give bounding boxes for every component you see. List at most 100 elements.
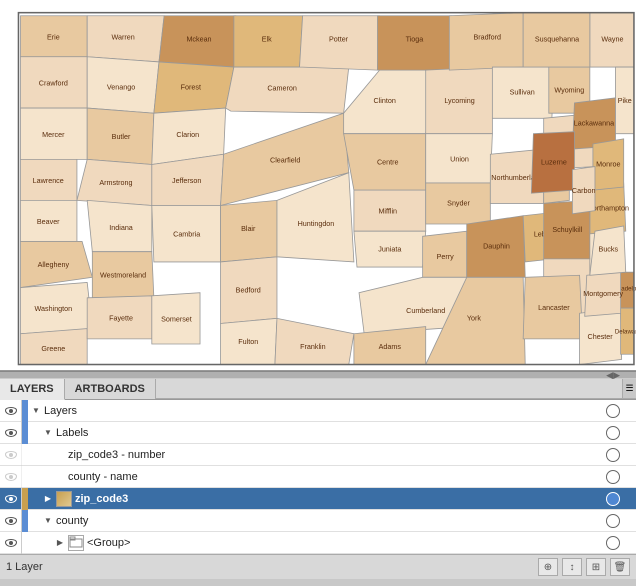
svg-text:Monroe: Monroe — [596, 161, 620, 169]
layer-name-county-name: county - name — [68, 471, 602, 483]
visibility-toggle-layers[interactable] — [0, 400, 22, 422]
layers-list: ▼ Layers ▼ Labels zip_code — [0, 400, 636, 554]
svg-text:Lycoming: Lycoming — [444, 97, 474, 105]
svg-text:Clinton: Clinton — [374, 97, 396, 105]
panel-footer: 1 Layer ⊕ ↕ ⊞ 🗑 — [0, 554, 636, 579]
layer-row-county[interactable]: ▼ county — [0, 510, 636, 532]
svg-text:Clarion: Clarion — [176, 131, 199, 139]
color-indicator — [22, 488, 28, 510]
svg-text:Washington: Washington — [35, 305, 73, 313]
svg-text:Potter: Potter — [329, 35, 349, 43]
svg-text:Beaver: Beaver — [37, 218, 60, 226]
layer-target-layers[interactable] — [606, 404, 620, 418]
svg-text:Somerset: Somerset — [161, 315, 192, 323]
svg-text:Armstrong: Armstrong — [99, 179, 132, 187]
svg-text:Crawford: Crawford — [39, 79, 68, 87]
svg-text:Cumberland: Cumberland — [406, 307, 445, 315]
svg-text:Schuylkill: Schuylkill — [552, 226, 582, 234]
svg-text:Lackawanna: Lackawanna — [574, 120, 614, 128]
color-indicator — [22, 532, 28, 554]
layer-name-zip-number: zip_code3 - number — [68, 449, 602, 461]
svg-text:Sullivan: Sullivan — [510, 89, 535, 97]
svg-text:Greene: Greene — [41, 345, 65, 353]
svg-text:Union: Union — [450, 155, 469, 163]
layer-count-label: 1 Layer — [6, 561, 43, 573]
visibility-toggle-zip-code3[interactable] — [0, 488, 22, 510]
expand-arrow-group[interactable]: ▶ — [52, 532, 68, 554]
svg-text:Montgomery: Montgomery — [583, 290, 623, 298]
expand-arrow-zip-code3[interactable]: ▶ — [40, 488, 56, 510]
svg-text:Pike: Pike — [618, 97, 632, 105]
color-indicator — [22, 444, 28, 466]
tab-artboards[interactable]: ARTBOARDS — [65, 379, 156, 399]
svg-text:Bucks: Bucks — [599, 246, 619, 254]
layer-name-layers: Layers — [44, 405, 602, 417]
expand-arrow-labels[interactable]: ▼ — [40, 422, 56, 444]
svg-text:Chester: Chester — [588, 333, 614, 341]
svg-text:Fayette: Fayette — [109, 314, 133, 322]
svg-text:Dauphin: Dauphin — [483, 243, 510, 251]
svg-text:Butler: Butler — [112, 133, 131, 141]
svg-text:Lawrence: Lawrence — [33, 177, 64, 185]
layer-row-county-name[interactable]: county - name — [0, 466, 636, 488]
svg-text:Cambria: Cambria — [173, 230, 200, 238]
svg-text:Mifflin: Mifflin — [378, 208, 397, 216]
tab-layers[interactable]: LAYERS — [0, 379, 65, 400]
svg-text:Allegheny: Allegheny — [38, 261, 70, 269]
svg-text:Adams: Adams — [379, 343, 402, 351]
svg-text:Snyder: Snyder — [447, 200, 470, 208]
layer-thumbnail-group — [68, 535, 84, 551]
svg-text:Jefferson: Jefferson — [172, 177, 201, 185]
layer-target-group[interactable] — [606, 536, 620, 550]
layer-name-group: <Group> — [87, 537, 602, 549]
panel-options-btn[interactable]: ☰ — [622, 379, 636, 399]
layers-panel: ◀▶ LAYERS ARTBOARDS ☰ ▼ Layers — [0, 370, 636, 579]
visibility-toggle-zip-number[interactable] — [0, 444, 22, 466]
layer-name-county: county — [56, 515, 602, 527]
svg-text:Blair: Blair — [241, 225, 256, 233]
layer-target-labels[interactable] — [606, 426, 620, 440]
svg-text:Bedford: Bedford — [236, 287, 261, 295]
layer-row-layers[interactable]: ▼ Layers — [0, 400, 636, 422]
layer-row-group[interactable]: ▶ <Group> — [0, 532, 636, 554]
move-selection-button[interactable]: ↕ — [562, 558, 582, 576]
svg-text:Centre: Centre — [377, 158, 399, 166]
visibility-toggle-county-name[interactable] — [0, 466, 22, 488]
expand-arrow-layers[interactable]: ▼ — [28, 400, 44, 422]
svg-text:Perry: Perry — [437, 253, 455, 261]
layer-target-zip-number[interactable] — [606, 448, 620, 462]
svg-text:Warren: Warren — [111, 33, 134, 41]
expand-arrow-county[interactable]: ▼ — [40, 510, 56, 532]
svg-text:Indiana: Indiana — [109, 224, 133, 232]
svg-text:Huntingdon: Huntingdon — [298, 220, 335, 228]
layer-name-zip-code3: zip_code3 — [75, 493, 602, 505]
layer-row-zip-code3[interactable]: ▶ zip_code3 — [0, 488, 636, 510]
svg-text:Wyoming: Wyoming — [554, 87, 584, 95]
visibility-toggle-labels[interactable] — [0, 422, 22, 444]
svg-text:Elk: Elk — [262, 35, 272, 43]
visibility-toggle-group[interactable] — [0, 532, 22, 554]
svg-text:Juniata: Juniata — [378, 246, 401, 254]
svg-text:Mckean: Mckean — [186, 35, 211, 43]
layer-target-county[interactable] — [606, 514, 620, 528]
svg-text:Erie: Erie — [47, 33, 60, 41]
svg-text:York: York — [467, 314, 482, 322]
svg-text:Carbon: Carbon — [572, 187, 596, 195]
new-layer-button[interactable]: ⊕ — [538, 558, 558, 576]
svg-text:Venango: Venango — [107, 84, 135, 92]
layer-thumbnail-zip-code3 — [56, 491, 72, 507]
layer-target-zip-code3[interactable] — [606, 492, 620, 506]
layer-target-county-name[interactable] — [606, 470, 620, 484]
panel-header: LAYERS ARTBOARDS ☰ — [0, 379, 636, 400]
color-indicator — [22, 466, 28, 488]
svg-text:Delaware: Delaware — [615, 329, 636, 336]
layer-row-zip-number[interactable]: zip_code3 - number — [0, 444, 636, 466]
make-release-button[interactable]: ⊞ — [586, 558, 606, 576]
visibility-toggle-county[interactable] — [0, 510, 22, 532]
svg-text:Luzerne: Luzerne — [541, 158, 567, 166]
svg-text:Forest: Forest — [181, 84, 201, 92]
delete-layer-button[interactable]: 🗑 — [610, 558, 630, 576]
color-indicator — [22, 510, 28, 532]
svg-text:Fulton: Fulton — [238, 338, 258, 346]
layer-row-labels[interactable]: ▼ Labels — [0, 422, 636, 444]
